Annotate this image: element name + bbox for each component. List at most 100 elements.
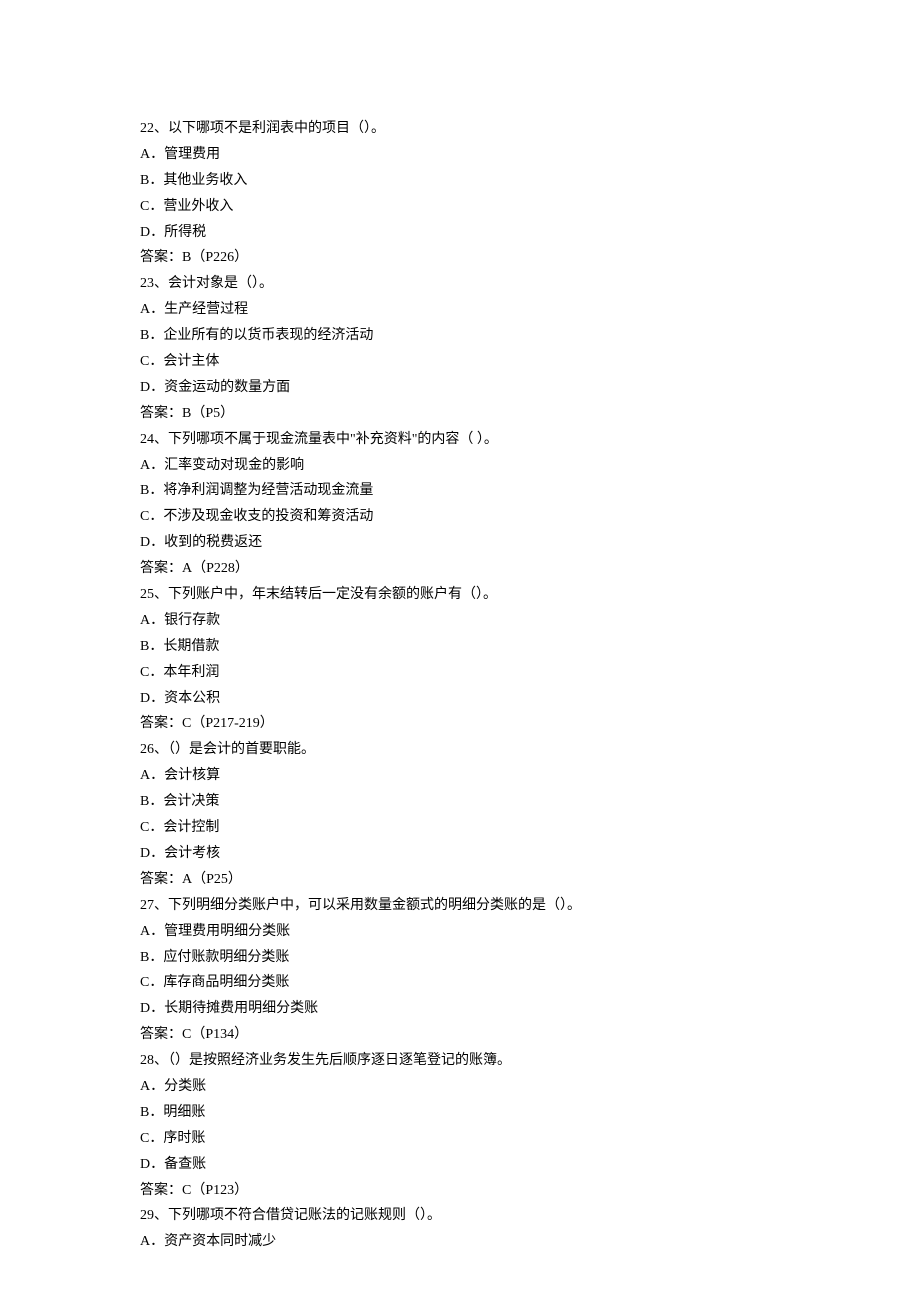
question-option: B．明细账: [140, 1100, 780, 1126]
option-text: 资本公积: [164, 691, 220, 706]
question-stem-text: 、下列账户中，年末结转后一定没有余额的账户有（）。: [154, 587, 497, 602]
question-stem-text: 、（）是按照经济业务发生先后顺序逐日逐笔登记的账簿。: [154, 1053, 511, 1068]
question-stem-text: 、（）是会计的首要职能。: [154, 742, 315, 757]
question-number: 25: [140, 587, 154, 602]
question-number: 23: [140, 276, 154, 291]
question-option: C．会计主体: [140, 349, 780, 375]
question-answer: 答案：A（P228）: [140, 556, 780, 582]
question-answer: 答案：A（P25）: [140, 867, 780, 893]
option-text: 资金运动的数量方面: [164, 380, 290, 395]
question-stem: 23、会计对象是（）。: [140, 271, 780, 297]
option-text: 会计控制: [163, 820, 219, 835]
option-text: 明细账: [163, 1105, 205, 1120]
question-number: 28: [140, 1053, 154, 1068]
option-text: 其他业务收入: [163, 173, 247, 188]
question-option: A．管理费用明细分类账: [140, 919, 780, 945]
question-option: A．管理费用: [140, 142, 780, 168]
option-text: 会计考核: [164, 846, 220, 861]
option-label: B．: [140, 1105, 163, 1120]
question-option: D．资本公积: [140, 686, 780, 712]
question-stem: 28、（）是按照经济业务发生先后顺序逐日逐笔登记的账簿。: [140, 1048, 780, 1074]
option-text: 资产资本同时减少: [164, 1234, 276, 1249]
question-option: A．生产经营过程: [140, 297, 780, 323]
question-stem-text: 、下列哪项不符合借贷记账法的记账规则（）。: [154, 1208, 441, 1223]
option-label: C．: [140, 199, 163, 214]
option-text: 银行存款: [164, 613, 220, 628]
question-option: B．其他业务收入: [140, 168, 780, 194]
question-option: A．分类账: [140, 1074, 780, 1100]
option-label: D．: [140, 691, 164, 706]
option-label: A．: [140, 924, 164, 939]
option-label: D．: [140, 225, 164, 240]
question-stem: 24、下列哪项不属于现金流量表中"补充资料"的内容（ ）。: [140, 427, 780, 453]
question-answer: 答案：B（P5）: [140, 401, 780, 427]
option-text: 序时账: [163, 1131, 205, 1146]
question-option: D．所得税: [140, 220, 780, 246]
question-answer: 答案：C（P123）: [140, 1178, 780, 1204]
option-label: D．: [140, 535, 164, 550]
option-label: B．: [140, 173, 163, 188]
question-option: D．收到的税费返还: [140, 530, 780, 556]
question-stem: 26、（）是会计的首要职能。: [140, 737, 780, 763]
question-option: D．会计考核: [140, 841, 780, 867]
option-label: A．: [140, 1079, 164, 1094]
option-text: 长期借款: [163, 639, 219, 654]
question-answer: 答案：B（P226）: [140, 245, 780, 271]
option-label: A．: [140, 613, 164, 628]
option-label: D．: [140, 1001, 164, 1016]
option-label: C．: [140, 1131, 163, 1146]
question-option: C．序时账: [140, 1126, 780, 1152]
option-label: B．: [140, 950, 163, 965]
question-option: A．会计核算: [140, 763, 780, 789]
question-option: A．汇率变动对现金的影响: [140, 453, 780, 479]
option-label: A．: [140, 147, 164, 162]
question-option: D．备查账: [140, 1152, 780, 1178]
option-label: C．: [140, 665, 163, 680]
option-label: A．: [140, 768, 164, 783]
question-stem-text: 、下列哪项不属于现金流量表中"补充资料"的内容（ ）。: [154, 432, 498, 447]
option-text: 生产经营过程: [164, 302, 248, 317]
question-option: A．银行存款: [140, 608, 780, 634]
question-stem: 25、下列账户中，年末结转后一定没有余额的账户有（）。: [140, 582, 780, 608]
question-option: A．资产资本同时减少: [140, 1229, 780, 1255]
option-text: 将净利润调整为经营活动现金流量: [163, 483, 373, 498]
option-label: A．: [140, 458, 164, 473]
option-label: A．: [140, 1234, 164, 1249]
option-text: 本年利润: [163, 665, 219, 680]
question-number: 26: [140, 742, 154, 757]
question-option: C．本年利润: [140, 660, 780, 686]
option-label: B．: [140, 639, 163, 654]
option-label: C．: [140, 354, 163, 369]
option-label: C．: [140, 509, 163, 524]
option-label: A．: [140, 302, 164, 317]
option-text: 营业外收入: [163, 199, 233, 214]
question-number: 24: [140, 432, 154, 447]
option-text: 会计核算: [164, 768, 220, 783]
option-text: 分类账: [164, 1079, 206, 1094]
option-label: B．: [140, 794, 163, 809]
question-option: B．企业所有的以货币表现的经济活动: [140, 323, 780, 349]
question-option: B．将净利润调整为经营活动现金流量: [140, 478, 780, 504]
option-label: D．: [140, 380, 164, 395]
option-label: D．: [140, 846, 164, 861]
question-option: C．不涉及现金收支的投资和筹资活动: [140, 504, 780, 530]
question-number: 27: [140, 898, 154, 913]
option-text: 长期待摊费用明细分类账: [164, 1001, 318, 1016]
question-number: 22: [140, 121, 154, 136]
option-text: 收到的税费返还: [164, 535, 262, 550]
question-stem-text: 、以下哪项不是利润表中的项目（）。: [154, 121, 385, 136]
question-option: D．资金运动的数量方面: [140, 375, 780, 401]
option-text: 不涉及现金收支的投资和筹资活动: [163, 509, 373, 524]
option-label: D．: [140, 1157, 164, 1172]
option-label: B．: [140, 483, 163, 498]
option-text: 会计主体: [163, 354, 219, 369]
question-stem: 27、下列明细分类账户中，可以采用数量金额式的明细分类账的是（）。: [140, 893, 780, 919]
option-text: 应付账款明细分类账: [163, 950, 289, 965]
question-answer: 答案：C（P134）: [140, 1022, 780, 1048]
option-text: 管理费用: [164, 147, 220, 162]
option-text: 库存商品明细分类账: [163, 975, 289, 990]
question-answer: 答案：C（P217-219）: [140, 711, 780, 737]
option-label: B．: [140, 328, 163, 343]
question-option: C．会计控制: [140, 815, 780, 841]
question-option: C．库存商品明细分类账: [140, 970, 780, 996]
